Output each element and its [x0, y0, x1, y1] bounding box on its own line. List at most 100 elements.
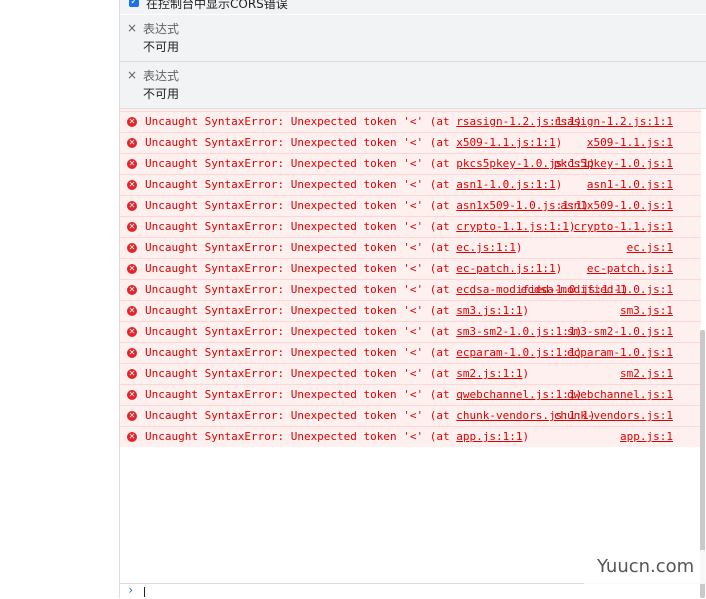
- console-prompt[interactable]: ›: [120, 583, 706, 599]
- console-error-message: ✕ Uncaught SyntaxError: Unexpected token …: [120, 426, 701, 447]
- error-circle-icon: ✕: [127, 369, 137, 379]
- source-link[interactable]: ecparam-1.0.js:1: [567, 346, 673, 360]
- expression-value: 不可用: [143, 40, 180, 54]
- console-error-message: ✕ Uncaught SyntaxError: Unexpected token …: [120, 363, 701, 384]
- source-link[interactable]: crypto-1.1.js:1: [574, 220, 673, 234]
- source-link[interactable]: chunk-vendors.js:1: [554, 409, 673, 423]
- live-expression-1: × 表达式 不可用: [120, 15, 706, 62]
- cors-option-row[interactable]: ✓ 在控制台中显示CORS错误: [120, 0, 706, 14]
- error-location-link[interactable]: sm3-sm2-1.0.js:1:1: [456, 325, 575, 338]
- console-log: ✕ Uncaught SyntaxError: Unexpected token …: [120, 109, 701, 583]
- error-circle-icon: ✕: [127, 159, 137, 169]
- paren: ): [522, 367, 530, 380]
- console-error-message: ✕ Uncaught SyntaxError: Unexpected token …: [120, 342, 701, 363]
- expression-value: 不可用: [143, 87, 180, 101]
- source-link[interactable]: pkcs5pkey-1.0.js:1: [554, 157, 673, 171]
- console-error-message: ✕ Uncaught SyntaxError: Unexpected token …: [120, 111, 701, 132]
- source-link[interactable]: asn1x509-1.0.js:1: [560, 199, 673, 213]
- error-message: Uncaught SyntaxError: Unexpected token '…: [145, 115, 457, 128]
- error-message: Uncaught SyntaxError: Unexpected token '…: [145, 241, 457, 254]
- error-message: Uncaught SyntaxError: Unexpected token '…: [145, 346, 457, 359]
- error-circle-icon: ✕: [127, 117, 137, 127]
- source-link[interactable]: sm3-sm2-1.0.js:1: [567, 325, 673, 339]
- error-circle-icon: ✕: [127, 180, 137, 190]
- error-message: Uncaught SyntaxError: Unexpected token '…: [145, 409, 457, 422]
- error-location-link[interactable]: ec-patch.js:1:1: [456, 262, 555, 275]
- error-location-link[interactable]: ecparam-1.0.js:1:1: [456, 346, 575, 359]
- source-link[interactable]: ec-patch.js:1: [587, 262, 673, 276]
- error-text: Uncaught SyntaxError: Unexpected token '…: [145, 367, 675, 381]
- watermark-text: Yuucn.com: [597, 556, 695, 577]
- text-cursor: [144, 587, 145, 597]
- error-text: Uncaught SyntaxError: Unexpected token '…: [145, 304, 675, 318]
- error-location-link[interactable]: sm2.js:1:1: [456, 367, 522, 380]
- expression-name[interactable]: 表达式: [143, 20, 179, 37]
- error-message: Uncaught SyntaxError: Unexpected token '…: [145, 220, 457, 233]
- source-link[interactable]: sm3.js:1: [620, 304, 673, 318]
- close-icon[interactable]: ×: [127, 68, 137, 82]
- console-error-message: ✕ Uncaught SyntaxError: Unexpected token …: [120, 216, 701, 237]
- error-location-link[interactable]: crypto-1.1.js:1:1: [456, 220, 569, 233]
- error-circle-icon: ✕: [127, 390, 137, 400]
- error-message: Uncaught SyntaxError: Unexpected token '…: [145, 367, 457, 380]
- paren: ): [522, 304, 530, 317]
- error-message: Uncaught SyntaxError: Unexpected token '…: [145, 199, 457, 212]
- error-message: Uncaught SyntaxError: Unexpected token '…: [145, 178, 457, 191]
- error-message: Uncaught SyntaxError: Unexpected token '…: [145, 262, 457, 275]
- console-error-message: ✕ Uncaught SyntaxError: Unexpected token …: [120, 174, 701, 195]
- error-message: Uncaught SyntaxError: Unexpected token '…: [145, 283, 457, 296]
- error-message: Uncaught SyntaxError: Unexpected token '…: [145, 136, 457, 149]
- error-circle-icon: ✕: [127, 201, 137, 211]
- paren: ): [555, 178, 563, 191]
- error-location-link[interactable]: x509-1.1.js:1:1: [456, 136, 555, 149]
- error-location-link[interactable]: qwebchannel.js:1:1: [456, 388, 575, 401]
- error-circle-icon: ✕: [127, 285, 137, 295]
- console-error-message: ✕ Uncaught SyntaxError: Unexpected token …: [120, 321, 701, 342]
- error-message: Uncaught SyntaxError: Unexpected token '…: [145, 430, 457, 443]
- source-link[interactable]: app.js:1: [620, 430, 673, 444]
- console-messages: ✕ Uncaught SyntaxError: Unexpected token …: [120, 109, 701, 447]
- cors-option-label: 在控制台中显示CORS错误: [146, 0, 288, 11]
- error-circle-icon: ✕: [127, 411, 137, 421]
- source-link[interactable]: ec.js:1: [627, 241, 673, 255]
- error-text: Uncaught SyntaxError: Unexpected token '…: [145, 241, 675, 255]
- console-error-message: ✕ Uncaught SyntaxError: Unexpected token …: [120, 279, 701, 300]
- live-expression-2: × 表达式 不可用: [120, 62, 706, 109]
- error-message: Uncaught SyntaxError: Unexpected token '…: [145, 157, 457, 170]
- source-link[interactable]: rsasign-1.2.js:1:1: [554, 115, 673, 129]
- console-error-message: ✕ Uncaught SyntaxError: Unexpected token …: [120, 237, 701, 258]
- paren: ): [555, 136, 563, 149]
- error-circle-icon: ✕: [127, 138, 137, 148]
- error-location-link[interactable]: app.js:1:1: [456, 430, 522, 443]
- error-circle-icon: ✕: [127, 264, 137, 274]
- source-link[interactable]: x509-1.1.js:1: [587, 136, 673, 150]
- source-link[interactable]: asn1-1.0.js:1: [587, 178, 673, 192]
- source-link[interactable]: ecdsa-modified-1.0.js:1: [521, 283, 673, 297]
- error-message: Uncaught SyntaxError: Unexpected token '…: [145, 325, 457, 338]
- error-location-link[interactable]: ec.js:1:1: [456, 241, 516, 254]
- console-error-message: ✕ Uncaught SyntaxError: Unexpected token …: [120, 258, 701, 279]
- error-circle-icon: ✕: [127, 222, 137, 232]
- error-message: Uncaught SyntaxError: Unexpected token '…: [145, 304, 457, 317]
- close-icon[interactable]: ×: [127, 21, 137, 35]
- error-message: Uncaught SyntaxError: Unexpected token '…: [145, 388, 457, 401]
- error-circle-icon: ✕: [127, 327, 137, 337]
- error-circle-icon: ✕: [127, 348, 137, 358]
- error-circle-icon: ✕: [127, 432, 137, 442]
- console-error-message: ✕ Uncaught SyntaxError: Unexpected token …: [120, 153, 701, 174]
- error-location-link[interactable]: sm3.js:1:1: [456, 304, 522, 317]
- paren: ): [515, 241, 523, 254]
- error-circle-icon: ✕: [127, 306, 137, 316]
- checkbox-checked-icon[interactable]: ✓: [129, 0, 139, 7]
- console-error-message: ✕ Uncaught SyntaxError: Unexpected token …: [120, 195, 701, 216]
- source-link[interactable]: sm2.js:1: [620, 367, 673, 381]
- console-error-message: ✕ Uncaught SyntaxError: Unexpected token …: [120, 300, 701, 321]
- error-location-link[interactable]: asn1-1.0.js:1:1: [456, 178, 555, 191]
- error-circle-icon: ✕: [127, 243, 137, 253]
- expression-name[interactable]: 表达式: [143, 67, 179, 84]
- console-error-message: ✕ Uncaught SyntaxError: Unexpected token …: [120, 405, 701, 426]
- left-blank-area: [0, 0, 119, 598]
- paren: ): [522, 430, 530, 443]
- source-link[interactable]: qwebchannel.js:1: [567, 388, 673, 402]
- chevron-right-icon: ›: [127, 583, 135, 597]
